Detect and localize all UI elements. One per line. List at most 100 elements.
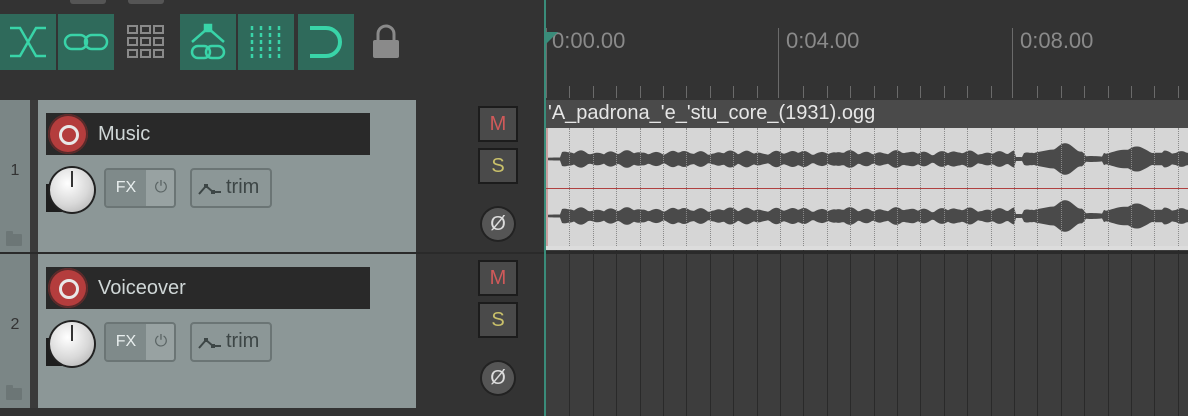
ruler-minor-tick bbox=[1154, 86, 1156, 98]
solo-button[interactable]: S bbox=[478, 302, 518, 338]
fx-button[interactable]: FX ⏻ bbox=[104, 168, 176, 208]
record-arm-button[interactable] bbox=[48, 268, 88, 308]
envelope-link-button[interactable] bbox=[180, 14, 236, 70]
item-grid-dot bbox=[1131, 128, 1132, 246]
ruler-minor-tick bbox=[897, 86, 898, 98]
crossfade-icon bbox=[10, 26, 46, 58]
track-divider bbox=[0, 252, 544, 254]
ruler-label: 0:04.00 bbox=[786, 28, 860, 53]
ruler-minor-tick bbox=[850, 86, 852, 98]
item-grid-dot bbox=[943, 128, 945, 246]
fx-button[interactable]: FX ⏻ bbox=[104, 322, 176, 362]
track-name: Music bbox=[98, 123, 151, 145]
ruler-minor-tick bbox=[920, 86, 922, 98]
snap-grid-icon bbox=[250, 26, 281, 58]
mute-button[interactable]: M bbox=[478, 106, 518, 142]
playhead-flag[interactable] bbox=[544, 32, 558, 46]
track-control-panel[interactable]: Voiceover FX ⏻ trim bbox=[38, 254, 416, 408]
item-grid-dot bbox=[756, 128, 758, 246]
link-button[interactable] bbox=[58, 14, 114, 70]
item-grid-dot bbox=[639, 128, 641, 246]
folder-icon[interactable] bbox=[6, 385, 22, 400]
playhead-cursor[interactable] bbox=[544, 0, 546, 416]
item-grid-dot bbox=[1154, 128, 1156, 246]
solo-button[interactable]: S bbox=[478, 148, 518, 184]
track-number[interactable]: 1 bbox=[0, 100, 30, 254]
item-grid-dot bbox=[1014, 128, 1015, 246]
crossfade-button[interactable] bbox=[0, 14, 56, 70]
trim-label: trim bbox=[226, 176, 260, 198]
lock-button[interactable] bbox=[358, 14, 414, 70]
track-separator bbox=[30, 100, 38, 254]
item-grid-dot bbox=[780, 128, 781, 246]
ruler-minor-tick bbox=[873, 86, 875, 98]
arrange-track-divider bbox=[544, 251, 1188, 254]
envelope-icon bbox=[198, 338, 221, 349]
record-arm-button[interactable] bbox=[48, 114, 88, 154]
ruler-minor-tick bbox=[826, 86, 828, 98]
ruler-minor-tick bbox=[1131, 86, 1132, 98]
ruler-minor-tick bbox=[1177, 86, 1179, 98]
ruler-minor-tick bbox=[1060, 86, 1062, 98]
grid-view-button[interactable] bbox=[118, 14, 174, 70]
ruler-label: 0:00.00 bbox=[552, 28, 626, 53]
grid-view-icon bbox=[127, 25, 164, 58]
mute-button[interactable]: M bbox=[478, 260, 518, 296]
ruler-minor-tick bbox=[1037, 86, 1039, 98]
fx-power-icon[interactable]: ⏻ bbox=[146, 170, 174, 206]
toolbar-top-stub bbox=[70, 0, 106, 4]
ruler-minor-tick bbox=[686, 86, 688, 98]
phase-invert-button[interactable]: Ø bbox=[482, 208, 514, 240]
item-grid-dot bbox=[897, 128, 898, 246]
track-mixer-strip: M S Ø bbox=[416, 100, 528, 254]
volume-knob-group bbox=[46, 322, 94, 366]
media-item[interactable]: 'A_padrona_'e_'stu_core_(1931).ogg bbox=[544, 100, 1188, 250]
track-number[interactable]: 2 bbox=[0, 254, 30, 408]
envelope-link-icon bbox=[190, 23, 226, 60]
magnet-snap-icon bbox=[310, 26, 342, 58]
item-grid-dot bbox=[920, 128, 922, 246]
trim-button[interactable]: trim bbox=[190, 322, 272, 362]
item-grid-dot bbox=[569, 128, 571, 246]
magnet-snap-button[interactable] bbox=[298, 14, 354, 70]
fx-power-icon[interactable]: ⏻ bbox=[146, 324, 174, 360]
item-grid-dot bbox=[709, 128, 711, 246]
ruler-minor-tick bbox=[943, 86, 945, 98]
item-grid-dot bbox=[1177, 128, 1179, 246]
track-2[interactable]: 2 Voiceover FX ⏻ trim M S Ø bbox=[0, 254, 544, 408]
ruler-major-tick bbox=[1012, 28, 1013, 98]
item-grid-dot bbox=[1084, 128, 1086, 246]
item-grid-dot bbox=[1107, 128, 1109, 246]
ruler-minor-tick bbox=[569, 86, 571, 98]
ruler-minor-tick bbox=[733, 86, 735, 98]
trim-button[interactable]: trim bbox=[190, 168, 272, 208]
item-grid-dot bbox=[616, 128, 618, 246]
snap-grid-button[interactable] bbox=[238, 14, 294, 70]
track-number-label: 1 bbox=[10, 162, 20, 179]
track-name-field[interactable]: Music bbox=[46, 113, 370, 155]
ruler-minor-tick bbox=[1084, 86, 1086, 98]
fx-label: FX bbox=[106, 170, 146, 206]
track-name-field[interactable]: Voiceover bbox=[46, 267, 370, 309]
phase-invert-button[interactable]: Ø bbox=[482, 362, 514, 394]
track-1[interactable]: 1 Music FX ⏻ trim M S Ø bbox=[0, 100, 544, 254]
media-item-filename: 'A_padrona_'e_'stu_core_(1931).ogg bbox=[548, 102, 876, 124]
item-grid-dot bbox=[1037, 128, 1039, 246]
item-grid-dot bbox=[733, 128, 735, 246]
ruler-minor-tick bbox=[639, 86, 641, 98]
waveform-svg bbox=[544, 143, 1188, 232]
ruler-minor-tick bbox=[1107, 86, 1109, 98]
lock-icon bbox=[373, 24, 399, 58]
volume-knob[interactable] bbox=[50, 168, 94, 212]
media-item-header[interactable]: 'A_padrona_'e_'stu_core_(1931).ogg bbox=[544, 100, 1188, 128]
track-control-panel[interactable]: Music FX ⏻ trim bbox=[38, 100, 416, 254]
arrange-view[interactable]: 'A_padrona_'e_'stu_core_(1931).ogg bbox=[544, 100, 1188, 416]
ruler-label: 0:08.00 bbox=[1020, 28, 1094, 53]
item-grid-dot bbox=[826, 128, 828, 246]
main-toolbar bbox=[0, 0, 544, 100]
volume-knob[interactable] bbox=[50, 322, 94, 366]
waveform[interactable] bbox=[544, 128, 1188, 246]
folder-icon[interactable] bbox=[6, 231, 22, 246]
volume-knob-group bbox=[46, 168, 94, 212]
timeline-ruler[interactable]: 0:00.00 0:04.00 0:08.00 bbox=[544, 0, 1188, 100]
